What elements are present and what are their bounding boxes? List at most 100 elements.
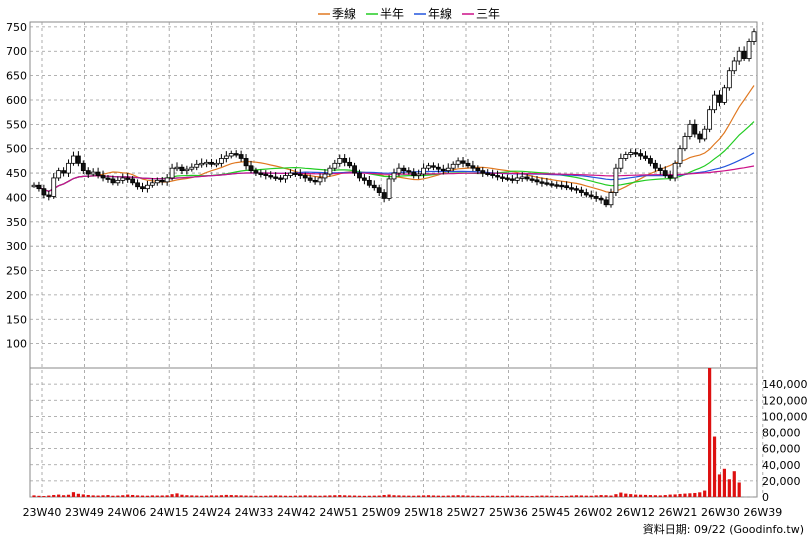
candle-down [470,165,476,169]
candle-up [51,177,57,197]
candle-down [381,192,387,199]
volume-bar [525,495,529,497]
volume-bar [224,494,228,497]
volume-bar [377,495,381,497]
candle-down [342,158,348,163]
x-tick-label: 24W51 [319,506,358,519]
volume-bar [195,495,199,497]
x-tick-label: 26W21 [659,506,698,519]
volume-bar [254,495,258,497]
volume-bar [555,495,559,497]
candle-down [662,170,668,176]
candle-down [657,167,663,172]
volume-bar [648,495,653,497]
volume-bar [643,494,648,497]
price-tick-label: 250 [6,265,27,278]
volume-bar [219,495,223,497]
candle-down [411,171,417,176]
candle-up [751,31,757,42]
volume-bar [145,495,150,497]
volume-bar [589,495,593,497]
x-tick-label: 24W42 [277,506,316,519]
volume-bar [407,495,411,497]
candle-down [41,188,47,196]
candle-down [135,182,140,188]
price-tick-label: 700 [6,45,27,58]
volume-bar [328,495,332,497]
candle-up [731,60,737,72]
volume-bar [249,495,253,497]
candle-up [608,192,614,206]
candle-down [406,170,412,173]
chart-legend: 季線 半年 年線 三年 [318,6,500,21]
candle-up [164,177,170,183]
candle-down [652,162,658,169]
candle-down [401,167,407,172]
volume-bar [392,495,396,497]
volume-bar [560,495,564,497]
volume-bar [653,495,657,497]
candle-down [140,186,145,190]
candle-down [435,166,441,170]
volume-bar [303,495,307,497]
candle-up [672,162,678,179]
volume-bar [111,495,115,497]
candle-down [85,170,91,175]
volume-bar [471,495,475,497]
candle-down [263,173,269,176]
volume-bar [495,495,500,497]
candle-down [100,175,106,179]
candle-up [218,158,224,164]
candle-up [174,166,180,170]
price-tick-label: 550 [6,118,27,131]
volume-bar [298,495,302,497]
candle-up [31,184,37,188]
candle-up [283,175,288,180]
volume-bar [308,495,312,497]
candle-up [426,165,431,169]
volume-bar [402,495,406,497]
candle-down [495,175,500,178]
volume-bar [737,482,741,497]
candle-down [638,153,643,157]
x-tick-label: 24W24 [192,506,231,519]
candle-down [667,175,673,179]
x-tick-label: 24W33 [235,506,274,519]
candle-up [317,177,323,183]
candle-down [46,194,52,197]
volume-bar [264,495,268,497]
candle-down [297,173,303,176]
volume-bar [412,495,416,497]
x-tick-label: 25W36 [489,506,528,519]
candle-up [189,166,195,170]
candle-down [741,50,747,59]
candle-up [702,128,708,140]
candle-up [687,123,693,137]
candle-up [228,153,234,157]
candle-down [697,133,703,140]
volume-bar [259,495,263,497]
volume-bar [629,494,633,497]
volume-bar [288,495,293,497]
candle-down [75,155,81,164]
price-tick-label: 750 [6,21,27,34]
candle-up [445,167,451,172]
candle-up [726,70,732,89]
candle-up [120,177,126,181]
candle-up [416,173,422,176]
candle-down [292,172,298,175]
candle-up [421,167,426,175]
volume-bar [293,495,297,497]
volume-bar [717,474,722,497]
candle-down [505,177,510,180]
price-tick-label: 300 [6,240,27,253]
volume-bar [121,495,125,497]
candle-down [307,177,313,181]
candle-down [593,196,599,199]
candle-down [549,183,555,186]
candle-down [366,179,372,186]
candle-down [371,184,377,189]
volume-bar [574,495,579,497]
price-tick-label: 150 [6,313,27,326]
candle-up [204,161,210,165]
